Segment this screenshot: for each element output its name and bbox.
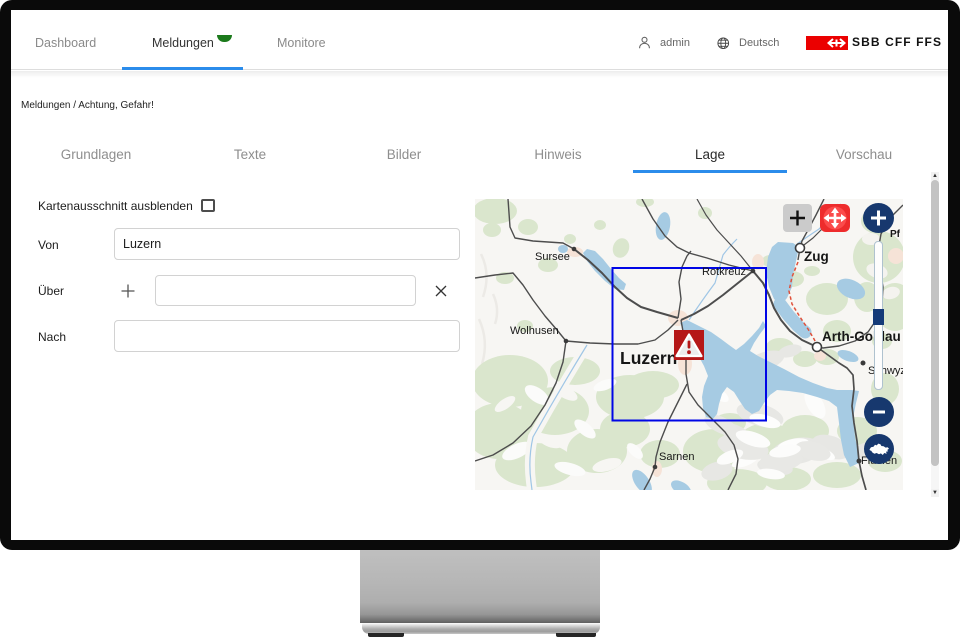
svg-text:Zug: Zug [804, 249, 829, 264]
svg-text:Arth-Goldau: Arth-Goldau [822, 329, 901, 344]
svg-text:Rotkreuz: Rotkreuz [702, 266, 746, 278]
svg-text:Luzern: Luzern [620, 348, 677, 368]
svg-text:Sursee: Sursee [535, 251, 570, 263]
svg-text:Wolhusen: Wolhusen [510, 325, 559, 337]
svg-text:Sarnen: Sarnen [659, 451, 694, 463]
